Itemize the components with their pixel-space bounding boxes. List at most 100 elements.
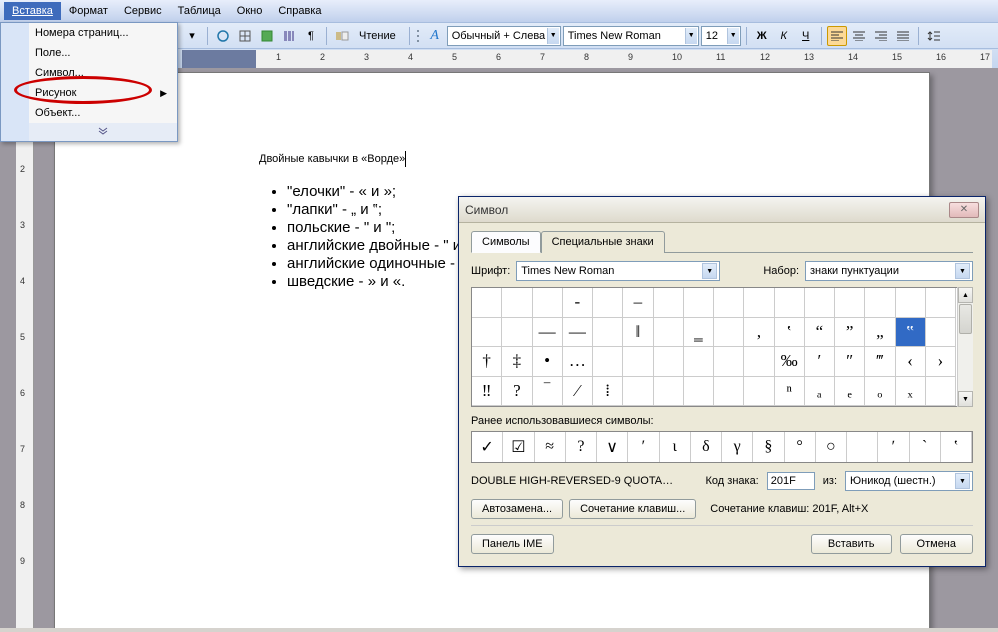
recent-symbol-cell[interactable]: ☑ [503,432,534,462]
symbol-cell[interactable]: ― [563,318,593,348]
show-marks-icon[interactable]: ¶ [301,26,321,46]
menu-format[interactable]: Формат [61,2,116,20]
shortcut-button[interactable]: Сочетание клавиш... [569,499,696,519]
scroll-thumb[interactable] [959,304,972,334]
symbol-cell[interactable]: • [533,347,563,377]
align-right-icon[interactable] [871,26,891,46]
recent-symbol-cell[interactable]: ✓ [472,432,503,462]
symbol-cell[interactable]: — [533,318,563,348]
document-map-icon[interactable] [332,26,352,46]
close-button[interactable]: ✕ [949,202,979,218]
style-combo[interactable]: Обычный + Слева▼ [447,26,561,46]
symbol-cell[interactable]: “ [805,318,835,348]
symbol-cell[interactable] [684,377,714,407]
align-left-icon[interactable] [827,26,847,46]
symbol-cell[interactable] [714,347,744,377]
recent-symbol-cell[interactable]: ≈ [535,432,566,462]
excel-icon[interactable] [257,26,277,46]
symbol-cell[interactable]: ₓ [896,377,926,407]
recent-symbol-cell[interactable]: ` [910,432,941,462]
dialog-titlebar[interactable]: Символ ✕ [459,197,985,223]
recent-symbol-cell[interactable]: ʽ [941,432,972,462]
symbol-cell[interactable]: ‴ [865,347,895,377]
symbol-cell[interactable]: ‼ [472,377,502,407]
undo-dd-icon[interactable]: ▾ [182,26,202,46]
symbol-cell[interactable]: ‑ [563,288,593,318]
insert-button[interactable]: Вставить [811,534,892,554]
columns-icon[interactable] [279,26,299,46]
symbol-cell[interactable]: … [563,347,593,377]
dropdown-symbol[interactable]: Символ... [29,63,177,83]
recent-symbol-cell[interactable]: δ [691,432,722,462]
symbol-cell[interactable] [654,347,684,377]
symbol-cell[interactable]: ‟ [896,318,926,348]
recent-symbol-cell[interactable]: ° [785,432,816,462]
symbol-cell[interactable] [805,288,835,318]
menu-tools[interactable]: Сервис [116,2,170,20]
symbol-cell[interactable]: ₒ [865,377,895,407]
symbol-cell[interactable] [926,377,956,407]
symbol-cell[interactable]: ₑ [835,377,865,407]
styles-icon[interactable]: A [425,26,445,46]
toolbar-grip-icon[interactable] [415,26,423,46]
symbol-cell[interactable] [714,318,744,348]
dropdown-object[interactable]: Объект... [29,103,177,123]
symbol-cell[interactable] [502,318,532,348]
scroll-up-icon[interactable]: ▲ [958,287,973,303]
tab-symbols[interactable]: Символы [471,231,541,253]
symbol-cell[interactable]: ₐ [805,377,835,407]
symbol-cell[interactable] [926,288,956,318]
symbol-cell[interactable] [744,377,774,407]
symbol-cell[interactable]: ‾ [533,377,563,407]
symbol-cell[interactable] [623,347,653,377]
symbol-cell[interactable]: „ [865,318,895,348]
symbol-cell[interactable] [502,288,532,318]
menu-window[interactable]: Окно [229,2,271,20]
symbol-cell[interactable]: ‡ [502,347,532,377]
symbol-cell[interactable]: † [472,347,502,377]
align-justify-icon[interactable] [893,26,913,46]
dropdown-field[interactable]: Поле... [29,43,177,63]
symbol-cell[interactable]: ‚ [744,318,774,348]
dropdown-page-numbers[interactable]: Номера страниц... [29,23,177,43]
symbol-cell[interactable]: ⁄ [563,377,593,407]
symbol-cell[interactable] [744,288,774,318]
symbol-cell[interactable]: ⁞ [593,377,623,407]
symbol-cell[interactable] [835,288,865,318]
symbol-cell[interactable] [654,377,684,407]
symbol-cell[interactable] [775,288,805,318]
recent-symbol-cell[interactable]: ′ [628,432,659,462]
tab-special[interactable]: Специальные знаки [541,231,665,253]
symbol-cell[interactable] [533,288,563,318]
hyperlink-icon[interactable] [213,26,233,46]
symbol-cell[interactable]: ‰ [775,347,805,377]
font-combo[interactable]: Times New Roman▼ [563,26,699,46]
recent-symbol-cell[interactable]: ? [566,432,597,462]
dropdown-expand[interactable] [29,123,177,141]
dropdown-picture[interactable]: Рисунок▶ [29,83,177,103]
font-select[interactable]: Times New Roman▼ [516,261,720,281]
grid-scrollbar[interactable]: ▲ ▼ [957,287,973,407]
symbol-cell[interactable] [896,288,926,318]
encoding-select[interactable]: Юникод (шестн.)▼ [845,471,973,491]
tables-icon[interactable] [235,26,255,46]
menu-table[interactable]: Таблица [170,2,229,20]
symbol-cell[interactable] [472,318,502,348]
align-center-icon[interactable] [849,26,869,46]
italic-button[interactable]: К [774,26,794,46]
recent-symbol-cell[interactable]: ∨ [597,432,628,462]
symbol-cell[interactable] [593,318,623,348]
recent-symbol-cell[interactable]: ʹ [878,432,909,462]
symbol-cell[interactable] [865,288,895,318]
recent-symbol-cell[interactable]: § [753,432,784,462]
symbol-cell[interactable] [593,288,623,318]
symbol-cell[interactable] [684,288,714,318]
size-combo[interactable]: 12▼ [701,26,741,46]
symbol-cell[interactable]: ″ [835,347,865,377]
symbol-cell[interactable] [744,347,774,377]
symbol-cell[interactable] [714,377,744,407]
reading-layout[interactable]: Чтение [354,26,401,46]
symbol-cell[interactable] [684,347,714,377]
bold-button[interactable]: Ж [752,26,772,46]
symbol-cell[interactable]: ” [835,318,865,348]
